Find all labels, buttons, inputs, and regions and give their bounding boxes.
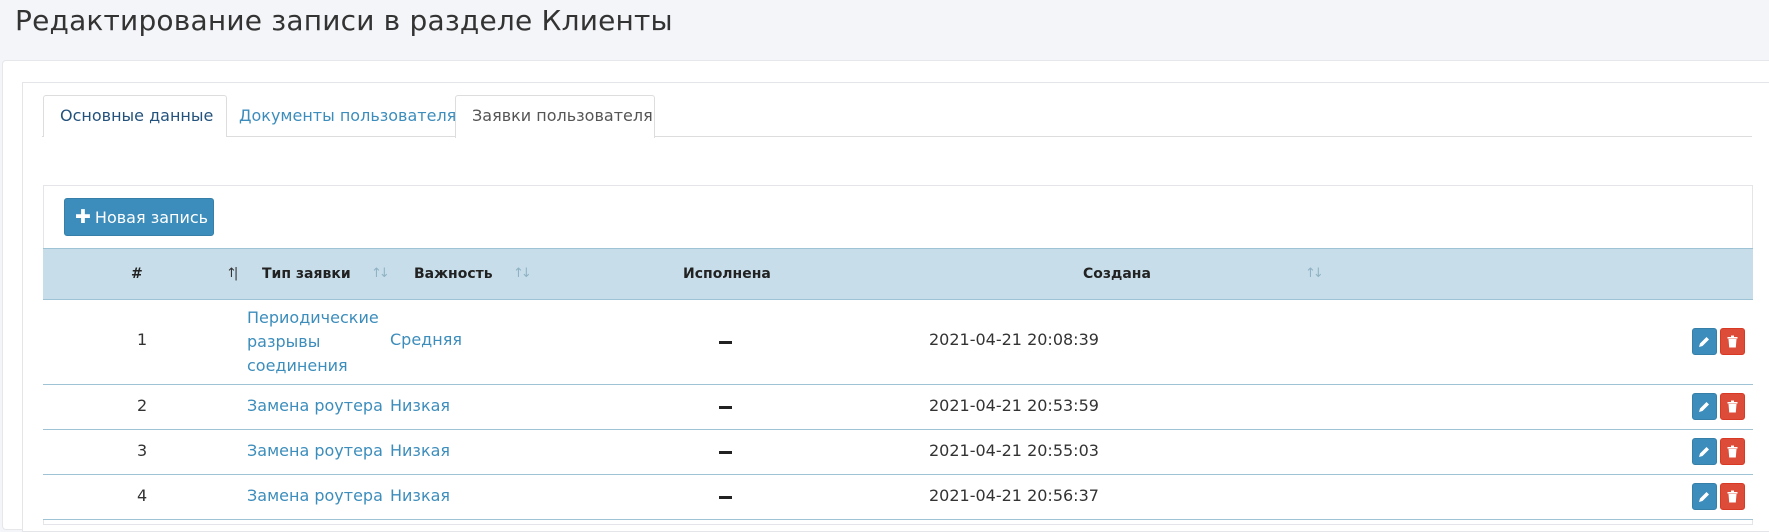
table-row: 1 Периодические разрывы соединения Средн…: [43, 300, 1753, 385]
not-done-indicator: [719, 406, 732, 409]
column-header-id[interactable]: #: [131, 249, 143, 299]
pencil-icon: [1699, 492, 1709, 502]
edit-button[interactable]: [1692, 328, 1717, 355]
row-importance-link[interactable]: Средняя: [390, 330, 462, 349]
row-type-link[interactable]: Замена роутера: [247, 396, 383, 415]
column-header-importance[interactable]: Важность: [414, 249, 493, 299]
not-done-indicator: [719, 341, 732, 344]
delete-button[interactable]: [1720, 393, 1745, 420]
row-importance-link[interactable]: Низкая: [390, 441, 450, 460]
delete-button[interactable]: [1720, 328, 1745, 355]
new-record-label: Новая запись: [94, 208, 209, 227]
not-done-indicator: [719, 496, 732, 499]
row-type-link[interactable]: Периодические разрывы соединения: [247, 306, 379, 378]
row-type-link[interactable]: Замена роутера: [247, 441, 383, 460]
pencil-icon: [1699, 337, 1709, 347]
pencil-icon: [1699, 402, 1709, 412]
table-header: # ↑| Тип заявки ↑↓ Важность ↑↓ Исполнена…: [43, 248, 1753, 300]
row-id: 2: [137, 396, 148, 415]
new-record-button[interactable]: ✚ Новая запись: [64, 198, 214, 236]
trash-icon: [1727, 335, 1738, 348]
row-created: 2021-04-21 20:08:39: [929, 330, 1099, 349]
table-row: 2 Замена роутера Низкая 2021-04-21 20:53…: [43, 385, 1753, 430]
trash-icon: [1727, 445, 1738, 458]
tab-user-requests[interactable]: Заявки пользователя: [455, 95, 655, 138]
column-header-done: Исполнена: [683, 266, 771, 282]
trash-icon: [1727, 490, 1738, 503]
trash-icon: [1727, 400, 1738, 413]
sort-asc-icon[interactable]: ↑|: [226, 249, 238, 299]
row-created: 2021-04-21 20:55:03: [929, 441, 1099, 460]
tab-main-data[interactable]: Основные данные: [43, 95, 227, 137]
column-header-type[interactable]: Тип заявки: [262, 249, 351, 299]
sort-icon[interactable]: ↑↓: [513, 249, 532, 299]
row-id: 4: [137, 486, 148, 505]
sort-icon[interactable]: ↑↓: [371, 249, 390, 299]
row-id: 3: [137, 441, 148, 460]
tab-user-documents[interactable]: Документы пользователя: [222, 95, 456, 137]
page-title: Редактирование записи в разделе Клиенты: [15, 4, 673, 37]
plus-icon: ✚: [75, 206, 91, 228]
delete-button[interactable]: [1720, 483, 1745, 510]
row-created: 2021-04-21 20:53:59: [929, 396, 1099, 415]
row-created: 2021-04-21 20:56:37: [929, 486, 1099, 505]
edit-button[interactable]: [1692, 438, 1717, 465]
pencil-icon: [1699, 447, 1709, 457]
row-type-link[interactable]: Замена роутера: [247, 486, 383, 505]
table-row: 4 Замена роутера Низкая 2021-04-21 20:56…: [43, 475, 1753, 520]
row-importance-link[interactable]: Низкая: [390, 396, 450, 415]
row-importance-link[interactable]: Низкая: [390, 486, 450, 505]
sort-icon[interactable]: ↑↓: [1305, 249, 1324, 299]
delete-button[interactable]: [1720, 438, 1745, 465]
column-header-created[interactable]: Создана: [1083, 249, 1151, 299]
not-done-indicator: [719, 451, 732, 454]
table-row: 3 Замена роутера Низкая 2021-04-21 20:55…: [43, 430, 1753, 475]
edit-button[interactable]: [1692, 393, 1717, 420]
row-id: 1: [137, 330, 148, 349]
edit-button[interactable]: [1692, 483, 1717, 510]
